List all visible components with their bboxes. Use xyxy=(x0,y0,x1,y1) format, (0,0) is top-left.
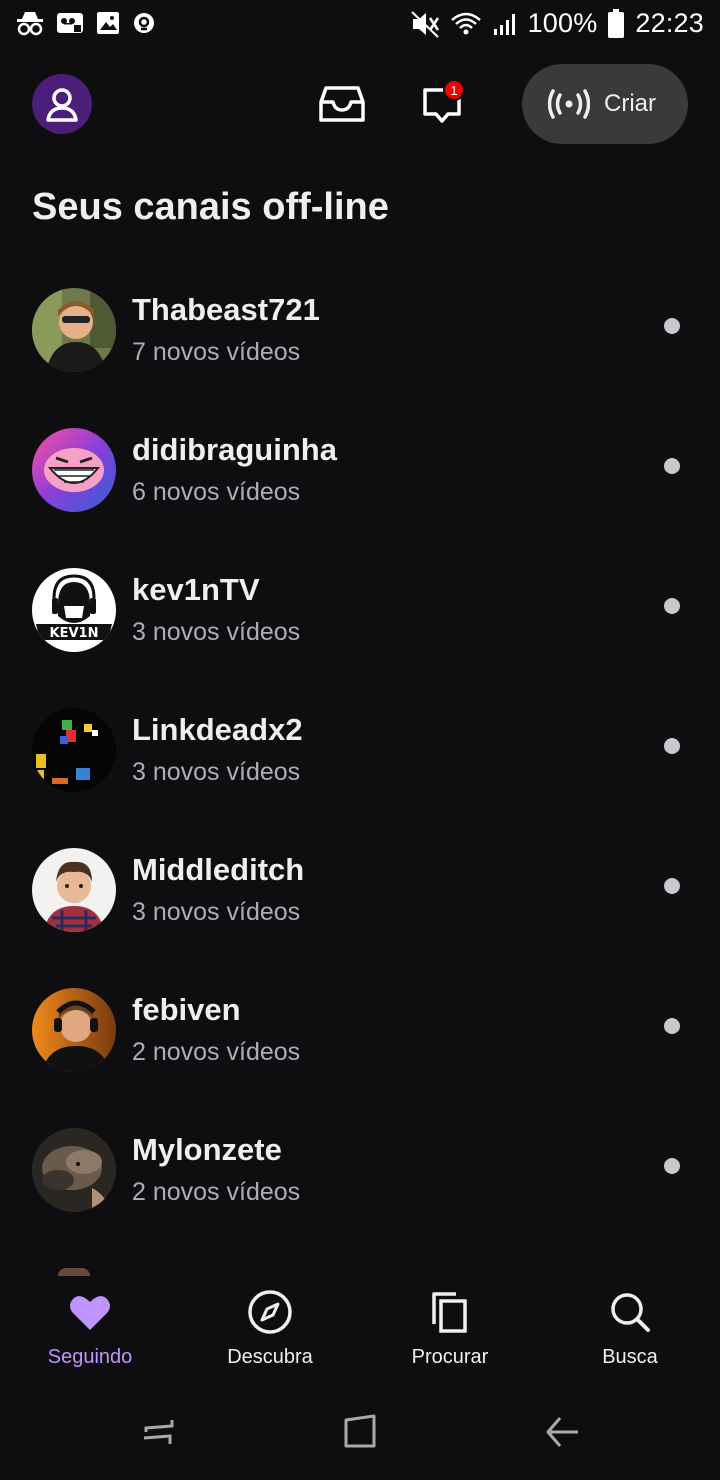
mute-vibrate-icon xyxy=(410,10,440,38)
browse-icon xyxy=(432,1292,467,1333)
channel-row-didibraguinha[interactable]: didibraguinha 6 novos vídeos xyxy=(0,400,720,540)
channel-video-count: 3 novos vídeos xyxy=(132,618,301,646)
clock: 22:23 xyxy=(635,8,704,38)
channel-avatar xyxy=(32,708,116,792)
channel-row-thabeast721[interactable]: Thabeast721 7 novos vídeos xyxy=(0,260,720,400)
system-navigation-bar xyxy=(0,1386,720,1480)
broadcast-icon xyxy=(548,89,590,119)
channel-row-febiven[interactable]: febiven 2 novos vídeos xyxy=(0,960,720,1100)
channel-name: Mylonzete xyxy=(132,1132,282,1167)
channel-video-count: 7 novos vídeos xyxy=(132,338,301,366)
back-button[interactable] xyxy=(542,1412,582,1452)
channel-video-count: 2 novos vídeos xyxy=(132,1178,301,1206)
channel-avatar xyxy=(32,428,116,512)
offline-status-dot xyxy=(664,318,680,334)
offline-status-dot xyxy=(664,738,680,754)
voicemail-icon xyxy=(56,11,84,35)
signal-icon xyxy=(492,11,518,37)
inbox-button[interactable] xyxy=(318,82,366,126)
top-bar: 1 Criar xyxy=(0,64,720,144)
channel-name: Thabeast721 xyxy=(132,292,320,327)
search-icon xyxy=(611,1293,650,1332)
sync-icon xyxy=(132,11,156,35)
recents-button[interactable] xyxy=(138,1412,178,1452)
offline-status-dot xyxy=(664,1018,680,1034)
offline-status-dot xyxy=(664,598,680,614)
home-button[interactable] xyxy=(340,1412,380,1452)
recents-icon xyxy=(143,1420,174,1444)
channel-avatar xyxy=(32,988,116,1072)
channel-name: Middleditch xyxy=(132,852,305,887)
channel-row-kev1ntv[interactable]: KEV1N kev1nTV 3 novos vídeos xyxy=(0,540,720,680)
offline-status-dot xyxy=(664,458,680,474)
nav-label: Descubra xyxy=(227,1346,313,1368)
offline-status-dot xyxy=(664,878,680,894)
nav-tab-following[interactable]: Seguindo xyxy=(0,1288,180,1369)
battery-percent: 100% xyxy=(527,8,598,38)
channel-name: febiven xyxy=(132,992,241,1027)
channel-avatar: KEV1N xyxy=(32,568,116,652)
image-icon xyxy=(96,11,120,35)
channel-video-count: 3 novos vídeos xyxy=(132,898,301,926)
channel-row-middleditch[interactable]: Middleditch 3 novos vídeos xyxy=(0,820,720,960)
nav-label: Seguindo xyxy=(47,1346,133,1368)
home-icon xyxy=(344,1414,376,1448)
nav-tab-discover[interactable]: Descubra xyxy=(180,1288,360,1369)
offline-channel-list: Thabeast721 7 novos vídeos didibraguinha… xyxy=(0,260,720,1240)
channel-row-linkdeadx2[interactable]: Linkdeadx2 3 novos vídeos xyxy=(0,680,720,820)
nav-label: Busca xyxy=(602,1346,658,1368)
compass-icon xyxy=(248,1290,292,1334)
incognito-icon xyxy=(16,10,44,36)
inbox-icon xyxy=(319,86,365,122)
back-icon xyxy=(546,1417,578,1447)
channel-name: didibraguinha xyxy=(132,432,337,467)
next-channel-avatar-peek xyxy=(58,1268,90,1276)
channel-name: kev1nTV xyxy=(132,572,260,607)
status-bar: 100% 22:23 xyxy=(0,0,720,50)
channel-avatar xyxy=(32,848,116,932)
nav-label: Procurar xyxy=(411,1346,489,1368)
channel-avatar xyxy=(32,288,116,372)
wifi-icon xyxy=(450,11,482,37)
create-label: Criar xyxy=(604,90,656,117)
avatar-logo-text: KEV1N xyxy=(50,626,99,641)
heart-icon xyxy=(70,1296,110,1330)
channel-video-count: 6 novos vídeos xyxy=(132,478,301,506)
channel-video-count: 3 novos vídeos xyxy=(132,758,301,786)
battery-icon xyxy=(607,8,625,39)
channel-name: Linkdeadx2 xyxy=(132,712,303,747)
notification-badge: 1 xyxy=(443,79,465,101)
bottom-navigation: Seguindo Descubra Procurar Busca xyxy=(0,1276,720,1386)
channel-avatar xyxy=(32,1128,116,1212)
nav-tab-search[interactable]: Busca xyxy=(540,1288,720,1369)
user-icon xyxy=(46,88,78,122)
offline-status-dot xyxy=(664,1158,680,1174)
channel-video-count: 2 novos vídeos xyxy=(132,1038,301,1066)
section-title: Seus canais off-line xyxy=(32,186,389,228)
channel-row-mylonzete[interactable]: Mylonzete 2 novos vídeos xyxy=(0,1100,720,1240)
profile-avatar-button[interactable] xyxy=(32,74,92,134)
nav-tab-browse[interactable]: Procurar xyxy=(360,1288,540,1369)
create-button[interactable]: Criar xyxy=(522,64,688,144)
